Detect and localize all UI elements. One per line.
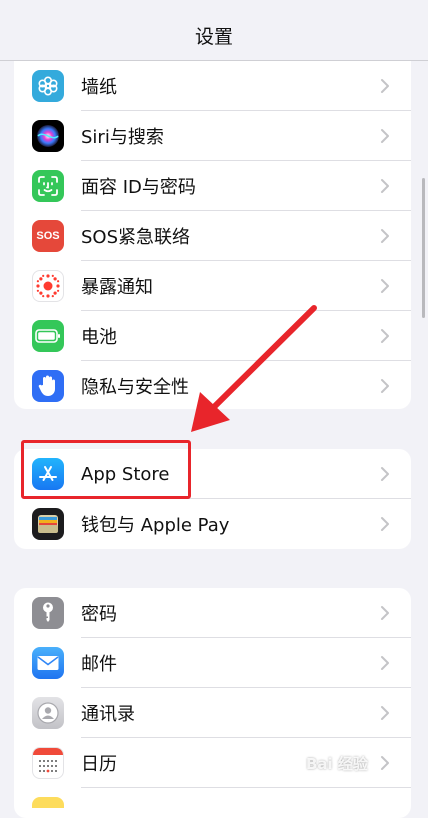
annotation-arrow (191, 305, 317, 432)
watermark: Bai 经验 (306, 755, 368, 773)
